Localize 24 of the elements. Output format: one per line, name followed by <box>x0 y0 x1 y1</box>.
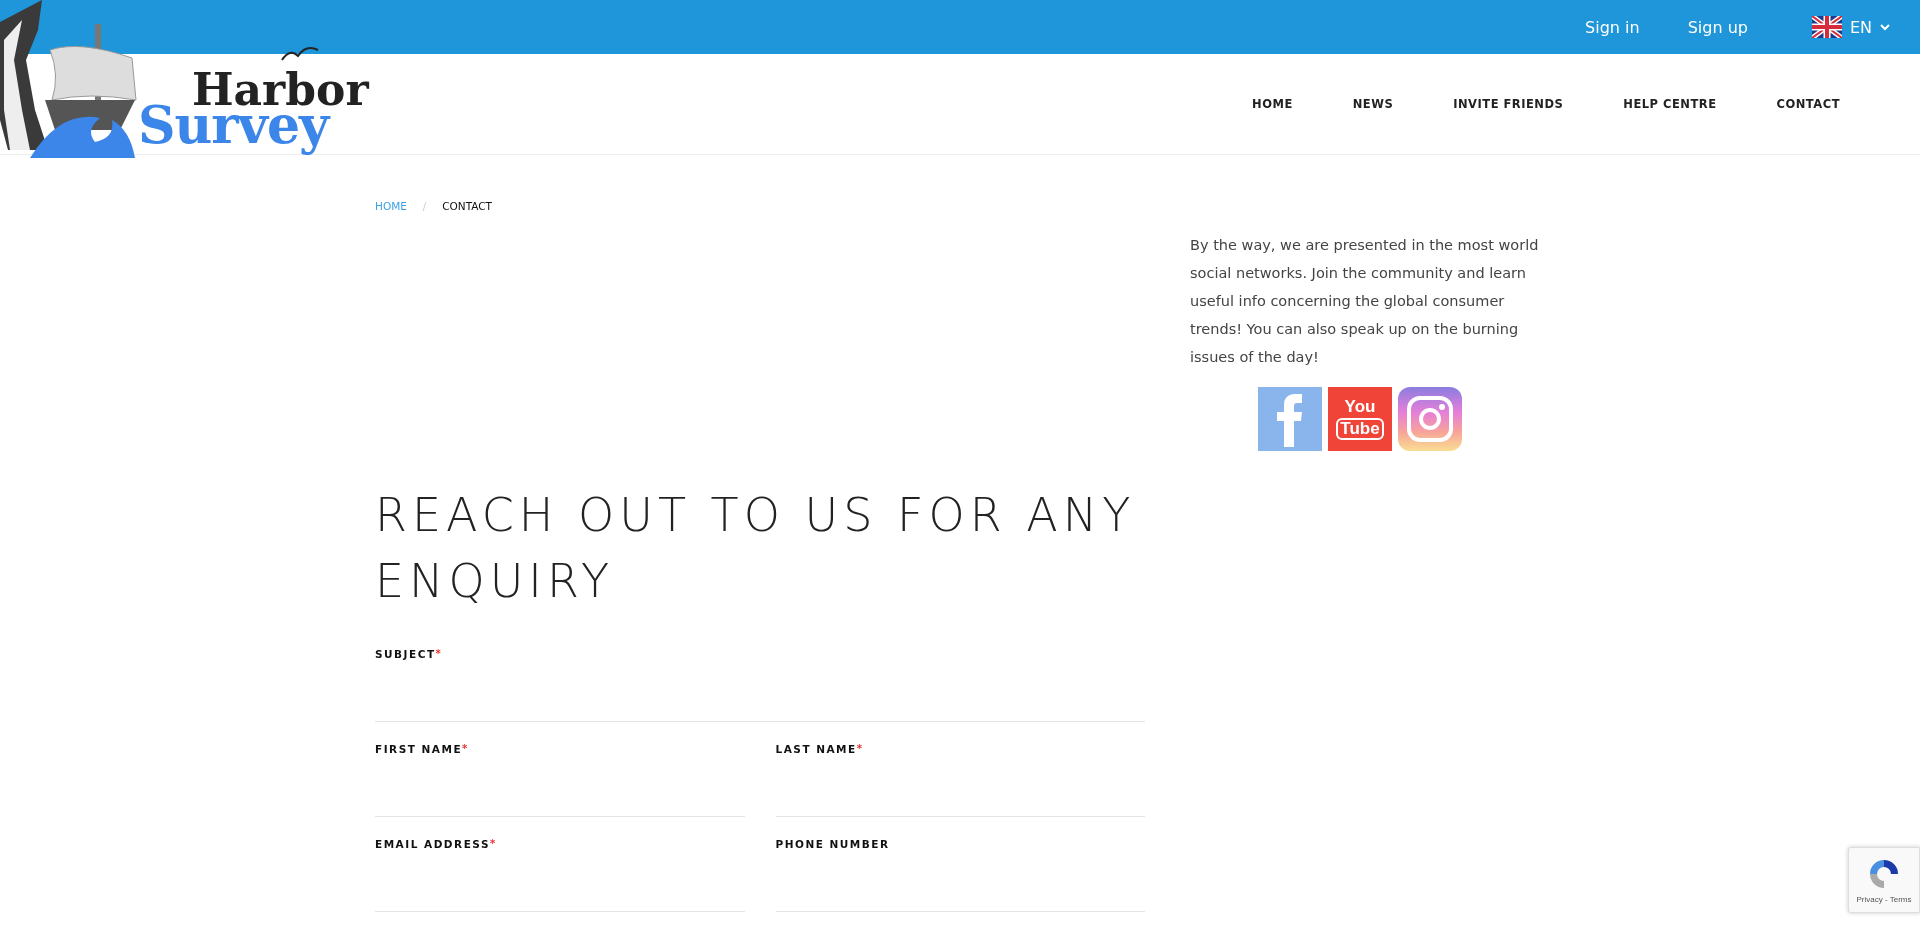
recaptcha-links[interactable]: Privacy - Terms <box>1856 894 1912 904</box>
page-heading: REACH OUT TO US FOR ANY ENQUIRY <box>375 487 1137 610</box>
facebook-link[interactable] <box>1258 387 1322 451</box>
nav-link[interactable]: HELP CENTRE <box>1623 97 1717 111</box>
field-label: PHONE NUMBER <box>775 838 891 850</box>
field-label: LAST NAME* <box>775 743 865 755</box>
breadcrumb-separator: / <box>422 200 427 212</box>
nav-link[interactable]: CONTACT <box>1776 97 1840 111</box>
field-label: EMAIL ADDRESS* <box>375 838 498 850</box>
nav-link[interactable]: INVITE FRIENDS <box>1453 97 1564 111</box>
instagram-icon <box>1405 394 1455 444</box>
youtube-link[interactable]: You Tube <box>1328 387 1392 451</box>
chevron-icon <box>1880 23 1890 31</box>
flag-icon <box>1811 16 1842 38</box>
field-label: FIRST NAME* <box>375 743 470 755</box>
recaptcha-badge[interactable]: Privacy - Terms <box>1848 847 1920 913</box>
instagram-link[interactable] <box>1398 387 1462 451</box>
nav-link[interactable]: NEWS <box>1352 97 1394 111</box>
social-description: By the way, we are presented in the most world social networks. Join the community and learn useful info concerning the global consumer trends! You can also speak up on the burning issues of the day! <box>1190 236 1540 367</box>
nav-link[interactable]: HOME <box>1252 97 1293 111</box>
youtube-word: You <box>1344 398 1376 416</box>
field-label: SUBJECT* <box>375 648 444 660</box>
youtube-word: Tube <box>1336 418 1384 440</box>
current-page-label: CONTACT <box>442 200 493 212</box>
